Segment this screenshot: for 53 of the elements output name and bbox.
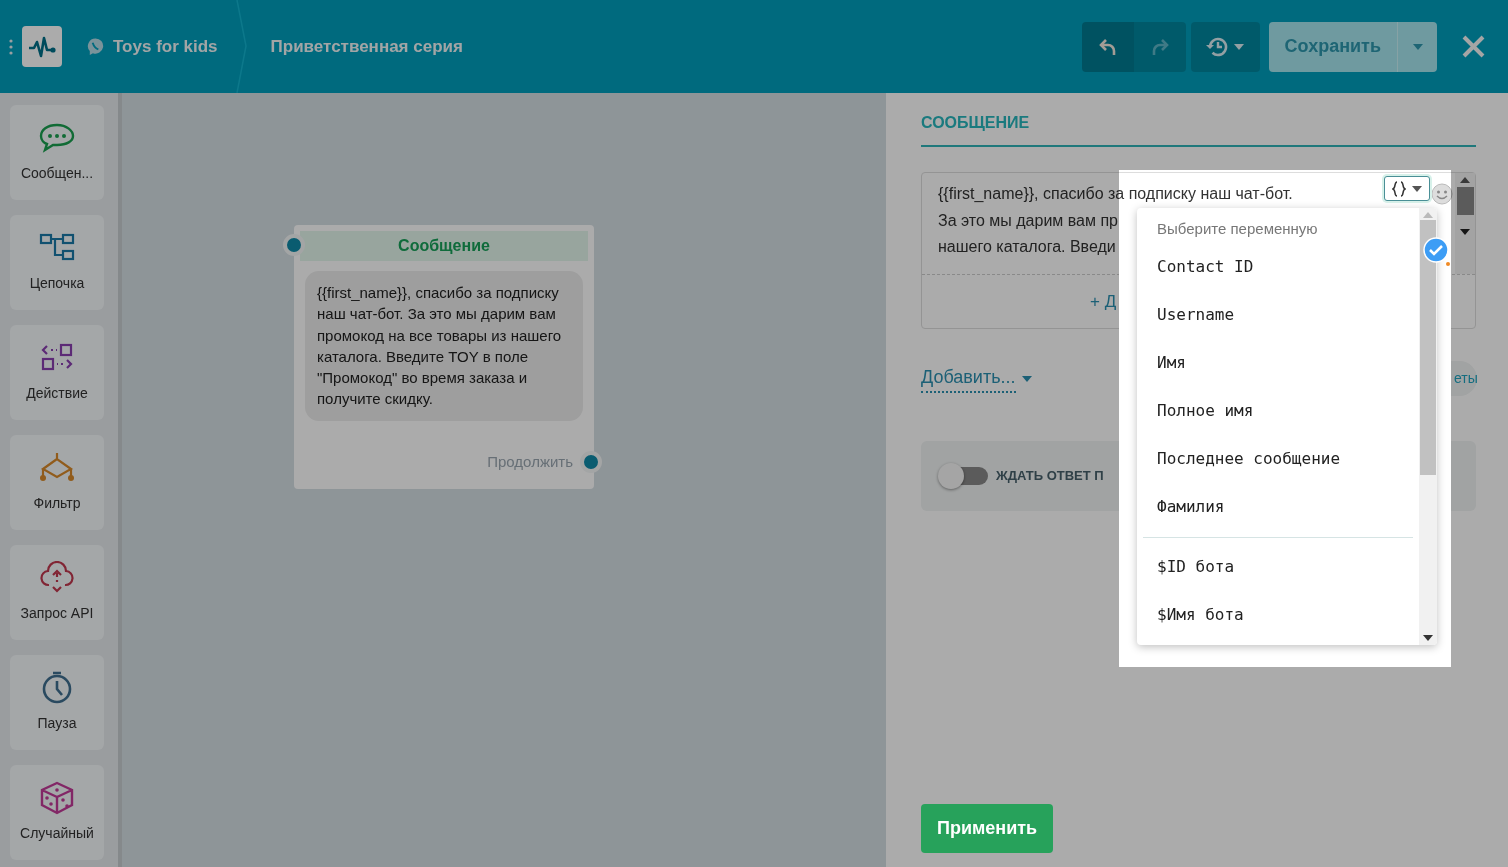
message-node[interactable]: Сообщение {{first_name}}, спасибо за подписку наш чат-бот. За это мы дарим вам промокод на все товары из нашего каталога. Введите TOY в поле "Промокод" во время заказа и получите скидку. Продолжить (294, 225, 594, 489)
scroll-down-icon[interactable] (1460, 229, 1470, 235)
sidebar-item[interactable]: Сообщен... (10, 105, 104, 200)
undo-button[interactable] (1081, 21, 1134, 72)
history-button[interactable] (1190, 21, 1260, 72)
wait-toggle-label: ЖДАТЬ ОТВЕТ П (996, 467, 1104, 486)
sidebar-item[interactable]: Фильтр (10, 435, 104, 530)
continue-label: Продолжить (487, 451, 573, 472)
close-icon[interactable] (1462, 35, 1485, 58)
sidebar-item[interactable]: Цепочка (10, 215, 104, 310)
variable-option[interactable]: Фамилия (1143, 483, 1413, 531)
redo-button[interactable] (1133, 21, 1186, 72)
variable-option[interactable]: Последнее сообщение (1143, 435, 1413, 483)
caret-icon (1412, 44, 1423, 51)
scroll-down-icon[interactable] (1423, 635, 1433, 641)
variable-option[interactable]: $Имя бота (1143, 591, 1413, 639)
output-port[interactable] (580, 451, 602, 473)
logo-icon[interactable] (22, 26, 62, 67)
sidebar-item[interactable]: Запрос API (10, 545, 104, 640)
caret-icon (1021, 375, 1032, 382)
history-icon (1206, 36, 1229, 57)
variable-option[interactable]: Username (1143, 291, 1413, 339)
sidebar-item[interactable]: Действие (10, 325, 104, 420)
undo-icon (1098, 36, 1117, 57)
scrollbar-thumb[interactable] (1456, 187, 1474, 215)
variable-option[interactable]: $ID бота (1143, 543, 1413, 591)
scrollbar[interactable] (1455, 173, 1475, 274)
save-options-button[interactable] (1397, 21, 1437, 72)
dropdown-scrollbar[interactable] (1419, 208, 1437, 645)
redo-icon (1150, 36, 1169, 57)
input-port[interactable] (283, 234, 305, 256)
node-message-text: {{first_name}}, спасибо за подписку наш чат-бот. За это мы дарим вам промокод на все товары из нашего каталога. Введите TOY в поле "Промокод" во время заказа и получите скидку. (305, 271, 583, 421)
chat-bubble-icon (86, 37, 105, 56)
caret-icon (1234, 43, 1245, 50)
section-title: СООБЩЕНИЕ (921, 111, 1476, 147)
scroll-up-icon[interactable] (1460, 177, 1470, 183)
node-title: Сообщение (300, 231, 588, 261)
message-text-line: нашего каталога. Введи (938, 237, 1116, 257)
menu-icon[interactable] (8, 38, 14, 55)
variable-button[interactable] (1384, 176, 1430, 201)
chat-bubble-icon (37, 121, 77, 155)
scrollbar-thumb[interactable] (1420, 220, 1436, 475)
emoji-icon[interactable] (1431, 183, 1453, 205)
sidebar-item[interactable]: Пауза (10, 655, 104, 750)
variable-option[interactable]: Полное имя (1143, 387, 1413, 435)
sidebar-item[interactable]: Случайный (10, 765, 104, 860)
variable-option[interactable]: Contact ID (1143, 243, 1413, 291)
caret-icon (1412, 185, 1422, 192)
message-text-line: За это мы дарим вам пр (938, 210, 1118, 231)
dropdown-header: Выберите переменную (1156, 219, 1319, 239)
cloud-icon (37, 561, 77, 595)
variable-option[interactable]: Имя (1143, 339, 1413, 387)
braces-icon (1392, 180, 1406, 197)
